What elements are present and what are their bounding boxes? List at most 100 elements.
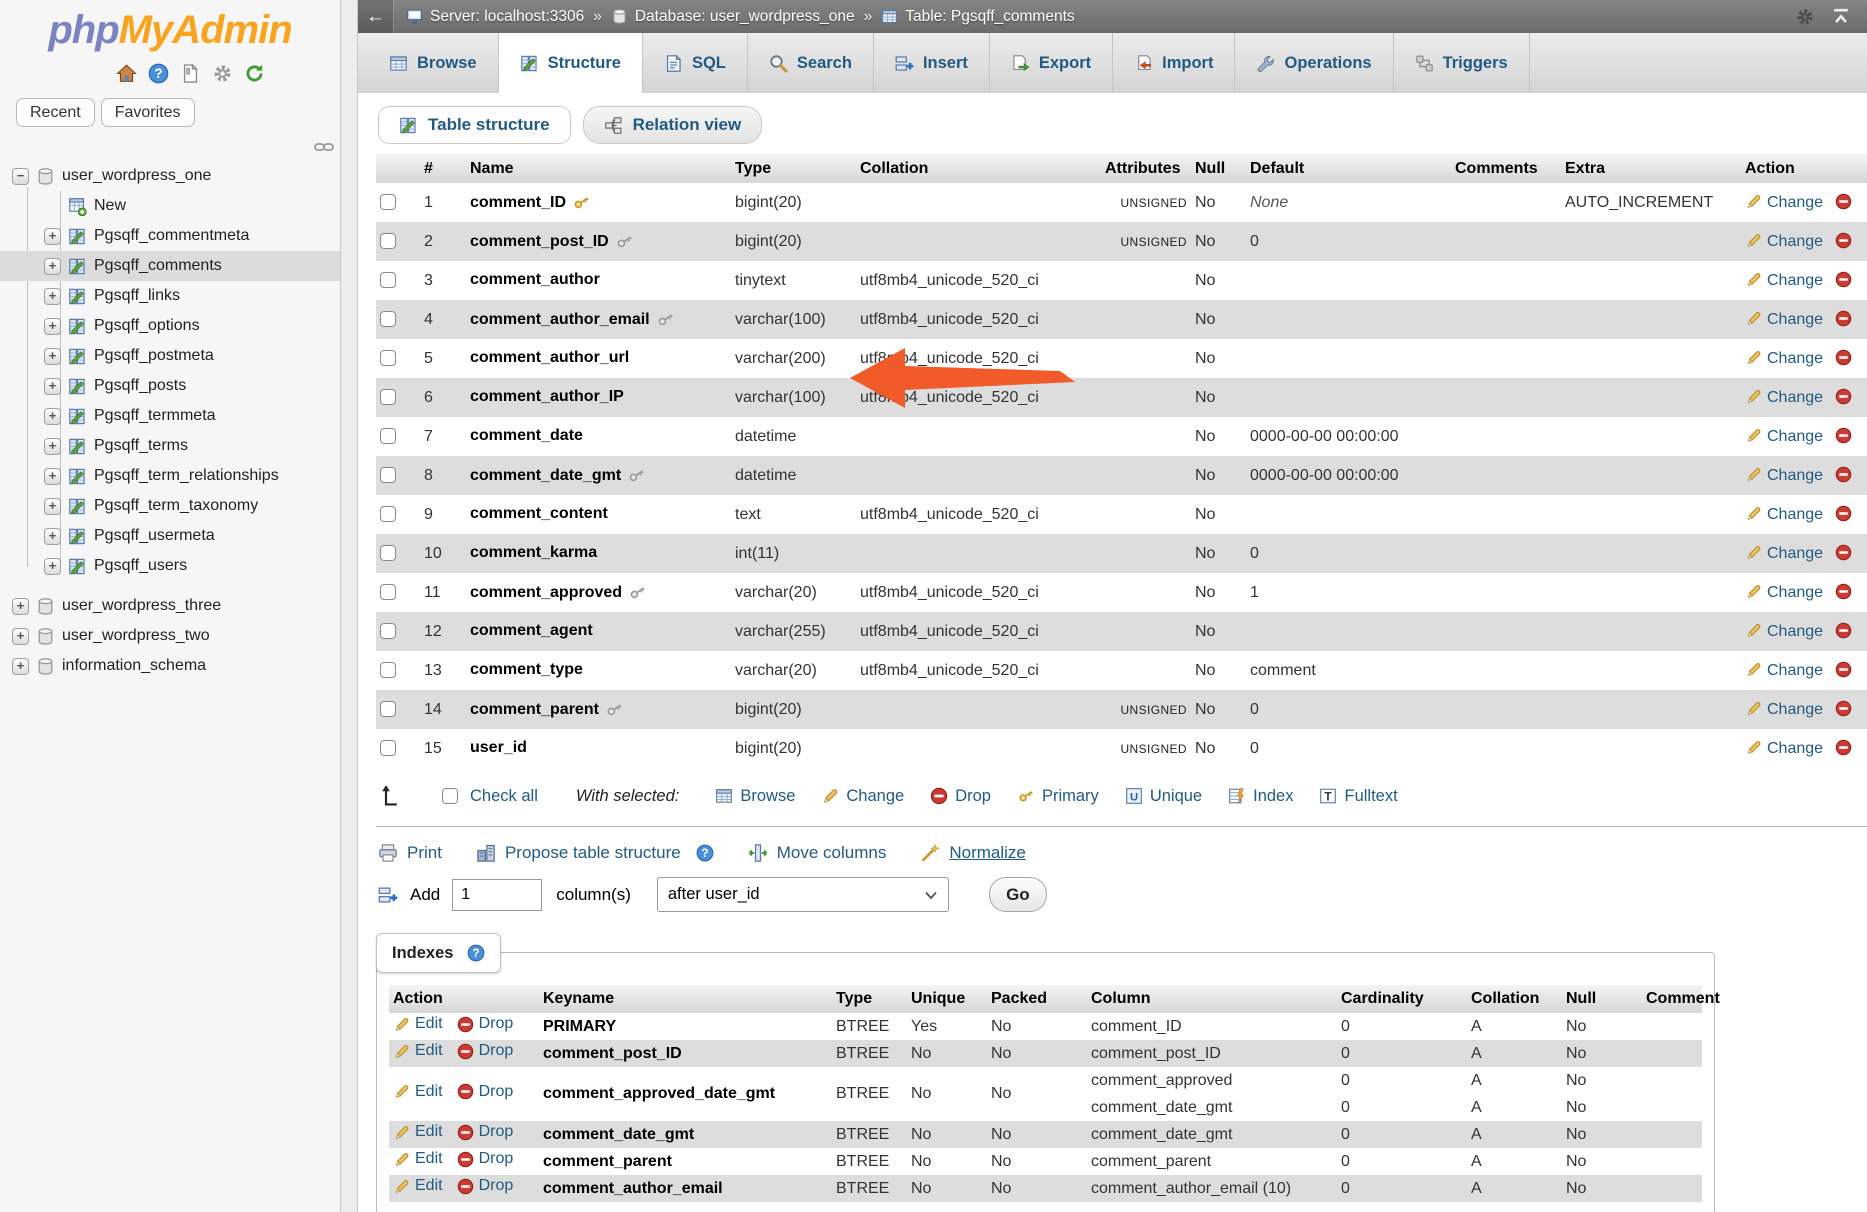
index-drop[interactable]: Drop: [457, 1015, 514, 1033]
tree-table-Pgsqff_options[interactable]: +Pgsqff_options: [0, 311, 340, 341]
index-drop[interactable]: Drop: [457, 1177, 514, 1195]
selected-action-browse[interactable]: Browse: [715, 787, 795, 806]
help-icon[interactable]: ?: [696, 844, 714, 862]
drop-icon[interactable]: [1835, 193, 1852, 210]
index-drop[interactable]: Drop: [457, 1042, 514, 1060]
index-drop[interactable]: Drop: [457, 1083, 514, 1101]
link-icon[interactable]: [314, 140, 334, 154]
expand-icon[interactable]: +: [44, 228, 61, 245]
tab-import[interactable]: Import: [1113, 33, 1235, 93]
change-link[interactable]: Change: [1767, 428, 1823, 445]
subtab-table-structure[interactable]: Table structure: [378, 106, 571, 144]
tab-sql[interactable]: SQL: [643, 33, 748, 93]
tree-table-Pgsqff_term_taxonomy[interactable]: +Pgsqff_term_taxonomy: [0, 491, 340, 521]
row-checkbox[interactable]: [380, 701, 396, 717]
tree-db-user_wordpress_two[interactable]: +user_wordpress_two: [0, 621, 340, 651]
index-edit[interactable]: Edit: [393, 1150, 443, 1168]
change-link[interactable]: Change: [1767, 350, 1823, 367]
tool-print[interactable]: Print: [378, 843, 442, 863]
expand-icon[interactable]: +: [12, 598, 29, 615]
selected-action-drop[interactable]: Drop: [930, 787, 991, 806]
drop-icon[interactable]: [1835, 232, 1852, 249]
row-checkbox[interactable]: [380, 740, 396, 756]
expand-icon[interactable]: +: [44, 498, 61, 515]
page-settings-icon[interactable]: [1795, 7, 1815, 27]
expand-icon[interactable]: +: [44, 468, 61, 485]
drop-icon[interactable]: [1835, 388, 1852, 405]
subtab-relation-view[interactable]: Relation view: [583, 106, 763, 144]
drop-icon[interactable]: [1835, 271, 1852, 288]
expand-icon[interactable]: +: [44, 408, 61, 425]
tree-db-information_schema[interactable]: +information_schema: [0, 651, 340, 681]
drop-icon[interactable]: [1835, 505, 1852, 522]
recent-button[interactable]: Recent: [16, 98, 95, 127]
change-link[interactable]: Change: [1767, 194, 1823, 211]
tree-db-user_wordpress_three[interactable]: +user_wordpress_three: [0, 591, 340, 621]
expand-icon[interactable]: +: [12, 628, 29, 645]
tool-normalize[interactable]: Normalize: [920, 843, 1026, 863]
drop-icon[interactable]: [1835, 661, 1852, 678]
index-edit[interactable]: Edit: [393, 1083, 443, 1101]
drop-icon[interactable]: [1835, 427, 1852, 444]
drop-icon[interactable]: [1835, 466, 1852, 483]
expand-icon[interactable]: +: [44, 378, 61, 395]
tree-table-Pgsqff_users[interactable]: +Pgsqff_users: [0, 551, 340, 581]
drop-icon[interactable]: [1835, 700, 1852, 717]
favorites-button[interactable]: Favorites: [101, 98, 195, 127]
row-checkbox[interactable]: [380, 545, 396, 561]
tree-table-New[interactable]: New: [0, 191, 340, 221]
change-link[interactable]: Change: [1767, 545, 1823, 562]
expand-icon[interactable]: +: [44, 348, 61, 365]
add-column-position-select[interactable]: after user_id: [657, 877, 949, 912]
drop-icon[interactable]: [1835, 349, 1852, 366]
tool-move-columns[interactable]: Move columns: [748, 843, 887, 863]
refresh-icon[interactable]: [244, 63, 265, 84]
tree-table-Pgsqff_comments[interactable]: +Pgsqff_comments: [0, 251, 340, 281]
change-link[interactable]: Change: [1767, 623, 1823, 640]
drop-icon[interactable]: [1835, 544, 1852, 561]
row-checkbox[interactable]: [380, 194, 396, 210]
panel-divider[interactable]: [340, 0, 358, 1212]
change-link[interactable]: Change: [1767, 506, 1823, 523]
selected-action-index[interactable]: Index: [1228, 787, 1293, 806]
row-checkbox[interactable]: [380, 233, 396, 249]
home-icon[interactable]: [116, 63, 137, 84]
tab-insert[interactable]: Insert: [874, 33, 990, 93]
change-link[interactable]: Change: [1767, 272, 1823, 289]
row-checkbox[interactable]: [380, 272, 396, 288]
tool-propose-table-structure[interactable]: Propose table structure?: [476, 843, 714, 863]
row-checkbox[interactable]: [380, 467, 396, 483]
row-checkbox[interactable]: [380, 428, 396, 444]
row-checkbox[interactable]: [380, 350, 396, 366]
phpmyadmin-logo[interactable]: phpMyAdmin: [0, 0, 340, 53]
change-link[interactable]: Change: [1767, 584, 1823, 601]
gear-icon[interactable]: [212, 63, 233, 84]
expand-icon[interactable]: +: [12, 658, 29, 675]
breadcrumb-item[interactable]: Database: user_wordpress_one: [611, 8, 855, 26]
drop-icon[interactable]: [1835, 622, 1852, 639]
tree-db-user_wordpress_one[interactable]: −user_wordpress_one: [0, 161, 340, 191]
add-column-count-input[interactable]: [452, 879, 542, 911]
scroll-top-icon[interactable]: [1831, 7, 1851, 27]
expand-icon[interactable]: +: [44, 318, 61, 335]
index-edit[interactable]: Edit: [393, 1042, 443, 1060]
change-link[interactable]: Change: [1767, 311, 1823, 328]
drop-icon[interactable]: [1835, 583, 1852, 600]
selected-action-primary[interactable]: Primary: [1017, 787, 1099, 806]
change-link[interactable]: Change: [1767, 467, 1823, 484]
expand-icon[interactable]: +: [44, 258, 61, 275]
row-checkbox[interactable]: [380, 311, 396, 327]
go-button[interactable]: Go: [989, 877, 1047, 912]
tab-triggers[interactable]: Triggers: [1394, 33, 1530, 93]
tree-table-Pgsqff_postmeta[interactable]: +Pgsqff_postmeta: [0, 341, 340, 371]
change-link[interactable]: Change: [1767, 233, 1823, 250]
index-drop[interactable]: Drop: [457, 1123, 514, 1141]
index-drop[interactable]: Drop: [457, 1150, 514, 1168]
expand-icon[interactable]: +: [44, 528, 61, 545]
docs-icon[interactable]: [180, 63, 201, 84]
index-edit[interactable]: Edit: [393, 1177, 443, 1195]
breadcrumb-item[interactable]: Server: localhost:3306: [406, 8, 584, 26]
row-checkbox[interactable]: [380, 584, 396, 600]
collapse-icon[interactable]: −: [12, 168, 29, 185]
tab-export[interactable]: Export: [990, 33, 1113, 93]
